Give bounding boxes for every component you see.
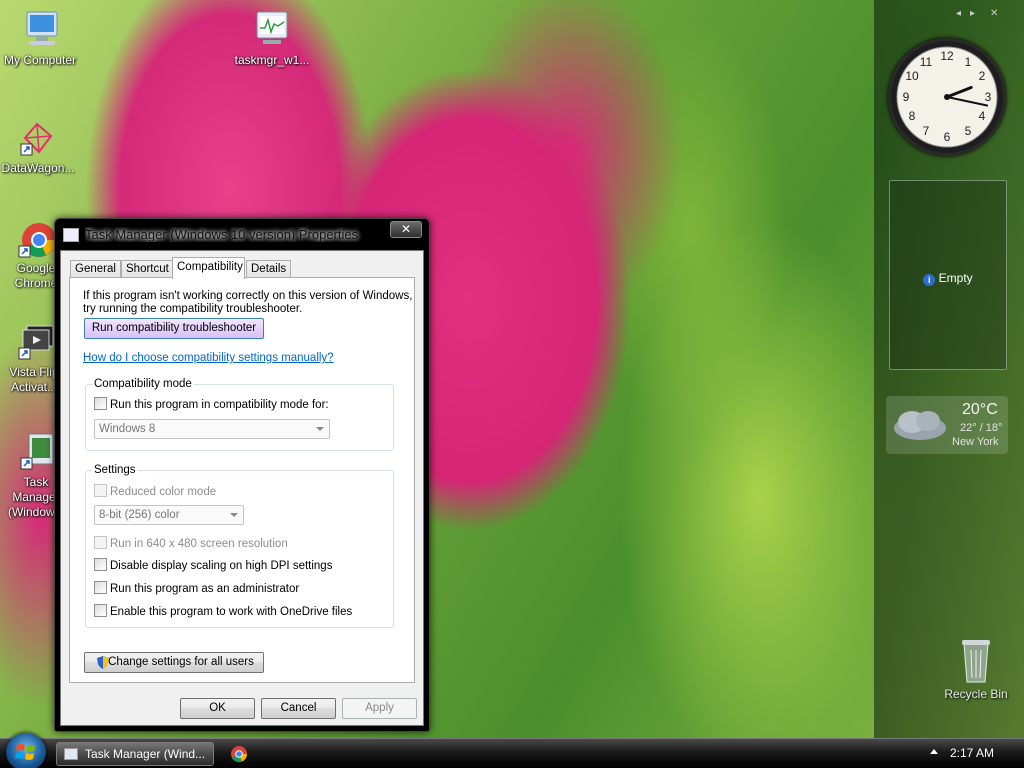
uac-shield-icon bbox=[97, 656, 109, 669]
apply-button[interactable]: Apply bbox=[342, 698, 417, 719]
svg-text:8: 8 bbox=[909, 109, 916, 123]
svg-text:12: 12 bbox=[940, 49, 954, 63]
compat-mode-checkbox-row[interactable]: Run this program in compatibility mode f… bbox=[94, 397, 329, 412]
onedrive-checkbox-row[interactable]: Enable this program to work with OneDriv… bbox=[94, 604, 352, 619]
res-640-checkbox-row: Run in 640 x 480 screen resolution bbox=[94, 536, 288, 551]
troubleshooter-button[interactable]: Run compatibility troubleshooter bbox=[84, 318, 264, 339]
onedrive-checkbox[interactable] bbox=[94, 604, 107, 617]
start-button[interactable] bbox=[6, 733, 46, 768]
clock-gadget[interactable]: 12 1 2 345 678 9 10 11 bbox=[888, 38, 1006, 156]
settings-label: Settings bbox=[92, 464, 138, 476]
cancel-button[interactable]: Cancel bbox=[261, 698, 336, 719]
svg-text:7: 7 bbox=[923, 124, 930, 138]
desktop-icon-recycle-bin[interactable]: Recycle Bin bbox=[940, 638, 1012, 701]
slideshow-empty-label: i Empty bbox=[890, 271, 1006, 286]
intro-text: If this program isn't working correctly … bbox=[83, 290, 413, 315]
dialog-client: General Shortcut Compatibility Details I… bbox=[60, 250, 424, 726]
color-depth-select: 8-bit (256) color bbox=[94, 505, 244, 525]
svg-text:3: 3 bbox=[985, 90, 992, 104]
res-640-checkbox bbox=[94, 536, 107, 549]
tab-details[interactable]: Details bbox=[246, 260, 292, 278]
windows-logo-icon bbox=[15, 744, 35, 760]
task-manager-shortcut-icon bbox=[15, 432, 57, 472]
desktop-icon-taskmgr-file[interactable]: taskmgr_w1... bbox=[232, 10, 312, 68]
dpi-checkbox[interactable] bbox=[94, 558, 107, 571]
svg-text:9: 9 bbox=[903, 90, 910, 104]
taskmgr-app-icon bbox=[251, 10, 293, 50]
svg-text:4: 4 bbox=[979, 109, 986, 123]
weather-range: 22° / 18° bbox=[960, 422, 1003, 434]
reduced-color-checkbox bbox=[94, 484, 107, 497]
dpi-checkbox-row[interactable]: Disable display scaling on high DPI sett… bbox=[94, 558, 332, 573]
task-manager-icon bbox=[64, 748, 78, 760]
clock-face: 12 12 345 678 91011 bbox=[891, 41, 1003, 153]
svg-text:5: 5 bbox=[965, 124, 972, 138]
tab-shortcut[interactable]: Shortcut bbox=[121, 260, 174, 278]
desktop-icon-label: taskmgr_w1... bbox=[234, 53, 310, 67]
desktop-icon-my-computer[interactable]: My Computer bbox=[0, 10, 80, 68]
dialog-titlebar[interactable]: Task Manager (Windows 10 version) Proper… bbox=[55, 219, 429, 249]
tab-compatibility[interactable]: Compatibility bbox=[172, 257, 245, 279]
svg-text:6: 6 bbox=[944, 130, 951, 144]
vista-flip-icon bbox=[13, 322, 55, 362]
svg-text:10: 10 bbox=[905, 69, 919, 83]
help-link[interactable]: How do I choose compatibility settings m… bbox=[83, 352, 334, 364]
properties-dialog: Task Manager (Windows 10 version) Proper… bbox=[54, 218, 430, 732]
compat-mode-label: Compatibility mode bbox=[92, 378, 194, 390]
sidebar-next-button[interactable]: ▸ bbox=[970, 8, 975, 19]
admin-checkbox-row[interactable]: Run this program as an administrator bbox=[94, 581, 299, 596]
sidebar-prev-button[interactable]: ◂ bbox=[956, 8, 961, 19]
chevron-down-icon bbox=[230, 513, 238, 517]
desktop-icon-datawagon[interactable]: DataWagon... bbox=[0, 118, 78, 176]
taskbar-chrome-icon[interactable] bbox=[230, 745, 248, 763]
chevron-down-icon bbox=[316, 427, 324, 431]
recycle-bin-icon bbox=[962, 640, 990, 683]
app-icon bbox=[63, 228, 79, 242]
sidebar-close-button[interactable]: ✕ bbox=[990, 8, 998, 19]
computer-icon bbox=[19, 10, 61, 50]
settings-group: Settings Reduced color mode 8-bit (256) … bbox=[85, 464, 394, 628]
slideshow-gadget[interactable]: i Empty bbox=[889, 180, 1007, 370]
cloud-icon bbox=[894, 411, 946, 440]
svg-text:1: 1 bbox=[965, 55, 972, 69]
system-clock[interactable]: 2:17 AM bbox=[950, 746, 994, 760]
change-all-users-button[interactable]: Change settings for all users bbox=[84, 652, 264, 673]
tab-general[interactable]: General bbox=[70, 260, 121, 278]
compat-mode-checkbox[interactable] bbox=[94, 397, 107, 410]
desktop-icon-label: DataWagon... bbox=[1, 161, 75, 175]
dialog-title: Task Manager (Windows 10 version) Proper… bbox=[85, 227, 359, 242]
compatibility-panel: If this program isn't working correctly … bbox=[69, 277, 415, 683]
chrome-icon bbox=[15, 218, 57, 258]
compat-mode-group: Compatibility mode Run this program in c… bbox=[85, 378, 394, 451]
compat-os-select: Windows 8 bbox=[94, 419, 330, 439]
weather-temp: 20°C bbox=[962, 401, 998, 418]
svg-text:2: 2 bbox=[979, 69, 986, 83]
info-icon: i bbox=[923, 274, 936, 286]
weather-city: New York bbox=[952, 436, 999, 448]
weather-gadget[interactable]: 20°C 22° / 18° New York bbox=[886, 396, 1008, 454]
datawagon-icon bbox=[17, 118, 59, 158]
svg-text:11: 11 bbox=[920, 55, 933, 69]
desktop-icon-label: Recycle Bin bbox=[944, 687, 1008, 701]
close-button[interactable]: ✕ bbox=[390, 221, 422, 238]
taskbar-button-task-manager[interactable]: Task Manager (Wind... bbox=[56, 742, 214, 766]
taskbar: Task Manager (Wind... 2:17 AM bbox=[0, 733, 1024, 768]
reduced-color-checkbox-row: Reduced color mode bbox=[94, 484, 216, 499]
desktop-icon-label: My Computer bbox=[3, 53, 77, 67]
admin-checkbox[interactable] bbox=[94, 581, 107, 594]
ok-button[interactable]: OK bbox=[180, 698, 255, 719]
show-hidden-icons-arrow[interactable] bbox=[930, 749, 938, 754]
